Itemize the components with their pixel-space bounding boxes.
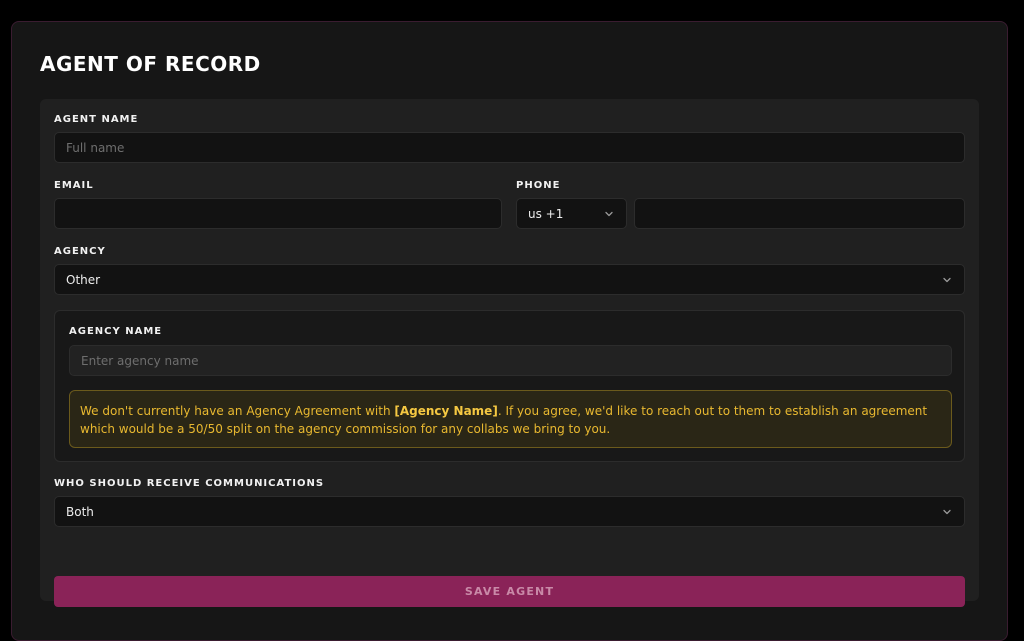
chevron-down-icon: [941, 506, 953, 518]
agency-name-input[interactable]: [69, 345, 952, 376]
chevron-down-icon: [603, 208, 615, 220]
agency-select[interactable]: Other: [54, 264, 965, 295]
chevron-down-icon: [941, 274, 953, 286]
agency-label: AGENCY: [54, 246, 106, 257]
email-input[interactable]: [54, 198, 502, 229]
agency-name-section: AGENCY NAME We don't currently have an A…: [54, 310, 965, 462]
communications-selected-value: Both: [66, 504, 94, 519]
agency-selected-value: Other: [66, 272, 101, 287]
email-label: EMAIL: [54, 180, 94, 191]
communications-label: WHO SHOULD RECEIVE COMMUNICATIONS: [54, 478, 325, 489]
country-code-select[interactable]: us +1: [516, 198, 627, 229]
notice-agency-highlight: [Agency Name]: [394, 404, 498, 418]
agent-of-record-card: AGENT OF RECORD AGENT NAME EMAIL PHONE u…: [11, 21, 1008, 641]
phone-number-input[interactable]: [634, 198, 965, 229]
communications-select[interactable]: Both: [54, 496, 965, 527]
notice-text-before: We don't currently have an Agency Agreem…: [80, 404, 395, 418]
agency-name-label: AGENCY NAME: [69, 326, 163, 337]
agent-name-label: AGENT NAME: [54, 114, 139, 125]
country-code-value: us +1: [528, 206, 564, 221]
phone-label: PHONE: [516, 180, 561, 191]
agent-name-input[interactable]: [54, 132, 965, 163]
agency-agreement-notice: We don't currently have an Agency Agreem…: [69, 390, 952, 448]
save-agent-button[interactable]: SAVE AGENT: [54, 576, 965, 607]
agent-form: AGENT NAME EMAIL PHONE us +1 AGENCY Othe…: [40, 99, 979, 607]
page-title: AGENT OF RECORD: [40, 52, 261, 76]
